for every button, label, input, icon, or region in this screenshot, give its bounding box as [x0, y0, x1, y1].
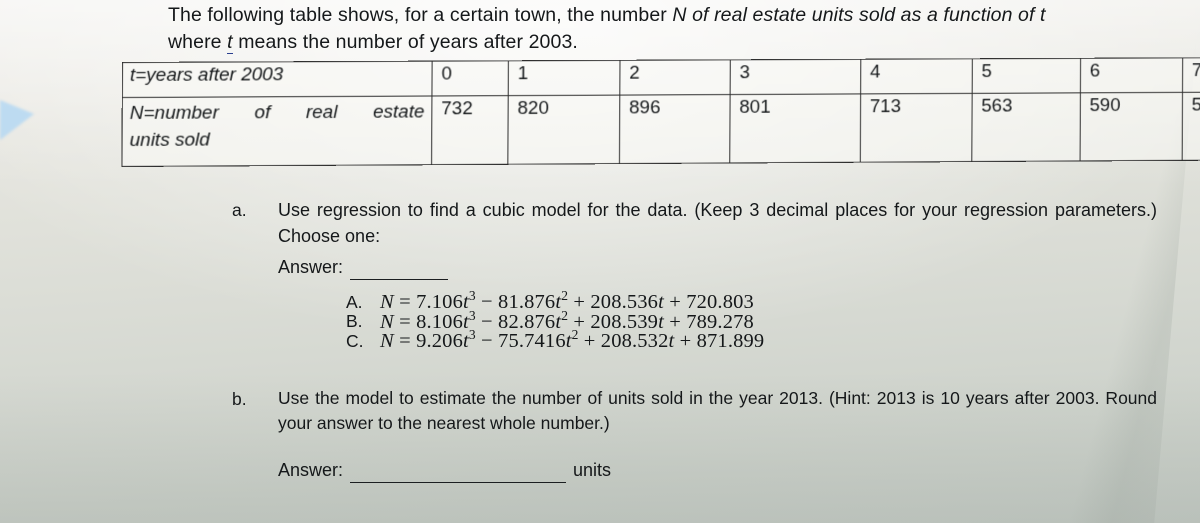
table-cell-t-5: 5: [972, 58, 1080, 93]
table-row-n-values: N=number of real estate units sold 732 8…: [122, 92, 1200, 167]
choice-c-linear-sign: +: [584, 330, 596, 352]
part-b-text: Use the model to estimate the number of …: [278, 386, 1157, 436]
intro-text-part4: means the number of years after 2003.: [233, 31, 578, 53]
choice-c-equals: =: [399, 330, 411, 352]
table-row-label-t: t=years after 2003: [122, 61, 432, 97]
part-a-marker: a.: [232, 197, 258, 223]
part-a-answer-row: Answer:: [278, 254, 1157, 280]
table-cell-n-0: 732: [432, 96, 509, 165]
part-b-answer-row: Answer: units: [278, 457, 1157, 483]
table-row-label-n-line2: units sold: [130, 125, 425, 154]
question-part-b: b. Use the model to estimate the number …: [232, 386, 1157, 483]
part-a-text: Use regression to find a cubic model for…: [278, 197, 1157, 249]
choice-c-linear-coeff: 208.532: [601, 330, 669, 352]
real-estate-data-table: t=years after 2003 0 1 2 3 4 5 6 7 N=num…: [121, 57, 1200, 167]
intro-variable-t: t: [1040, 4, 1046, 26]
intro-text-part3: where: [168, 31, 227, 53]
part-b-answer-blank[interactable]: [350, 467, 566, 483]
table-cell-t-1: 1: [508, 60, 620, 95]
table-cell-n-5: 563: [972, 93, 1081, 162]
choice-a-letter: A.: [346, 293, 380, 313]
choice-c-letter: C.: [346, 332, 380, 352]
choice-c-quad-coeff: 75.7416: [498, 330, 566, 352]
table-row-t-values: t=years after 2003 0 1 2 3 4 5 6 7: [122, 57, 1200, 97]
table-cell-t-2: 2: [620, 60, 730, 95]
choice-c-equation: N = 9.206t3 − 75.7416t2 + 208.532t + 871…: [380, 325, 764, 351]
table-cell-n-2: 896: [619, 95, 730, 164]
worksheet-content: The following table shows, for a certain…: [0, 0, 1200, 523]
part-b-answer-unit: units: [573, 457, 611, 483]
data-table-container: t=years after 2003 0 1 2 3 4 5 6 7 N=num…: [121, 58, 1145, 164]
table-cell-t-7: 7: [1182, 57, 1200, 92]
choice-c-constant: 871.899: [697, 330, 765, 352]
table-cell-n-3: 801: [730, 94, 861, 163]
table-cell-n-4: 713: [860, 93, 972, 162]
table-cell-t-0: 0: [432, 61, 508, 96]
choice-c-lhs: N: [380, 330, 394, 352]
intro-text-part2: of real estate units sold as a function …: [687, 4, 1040, 26]
part-a-answer-label: Answer:: [278, 254, 343, 280]
table-row-label-n: N=number of real estate units sold: [122, 96, 432, 167]
choice-option-b[interactable]: B. N = 8.106t3 − 82.876t2 + 208.539t + 7…: [346, 306, 764, 326]
problem-intro: The following table shows, for a certain…: [168, 2, 1178, 56]
part-b-answer-label: Answer:: [278, 457, 343, 483]
table-cell-t-6: 6: [1080, 58, 1182, 93]
part-a-answer-blank[interactable]: [350, 264, 448, 280]
part-a-choice-list: A. N = 7.106t3 − 81.876t2 + 208.536t + 7…: [346, 286, 764, 345]
table-row-label-n-line1: N=number of real estate: [130, 102, 425, 124]
choice-option-a[interactable]: A. N = 7.106t3 − 81.876t2 + 208.536t + 7…: [346, 286, 764, 306]
table-cell-n-7: 599: [1182, 92, 1200, 161]
table-cell-t-3: 3: [730, 59, 861, 94]
choice-b-letter: B.: [346, 312, 380, 332]
choice-c-cubic-coeff: 9.206: [416, 330, 463, 352]
photographed-worksheet-page: The following table shows, for a certain…: [0, 0, 1200, 523]
intro-variable-n: N: [672, 4, 686, 26]
choice-c-quad-sign: −: [481, 330, 493, 352]
intro-text-part1: The following table shows, for a certain…: [168, 4, 672, 26]
part-b-marker: b.: [232, 386, 258, 412]
choice-option-c[interactable]: C. N = 9.206t3 − 75.7416t2 + 208.532t + …: [346, 325, 764, 345]
table-cell-n-1: 820: [508, 95, 620, 164]
table-cell-n-6: 590: [1080, 92, 1182, 161]
table-cell-t-4: 4: [861, 59, 973, 94]
choice-c-const-sign: +: [680, 330, 692, 352]
question-part-a: a. Use regression to find a cubic model …: [232, 197, 1157, 280]
